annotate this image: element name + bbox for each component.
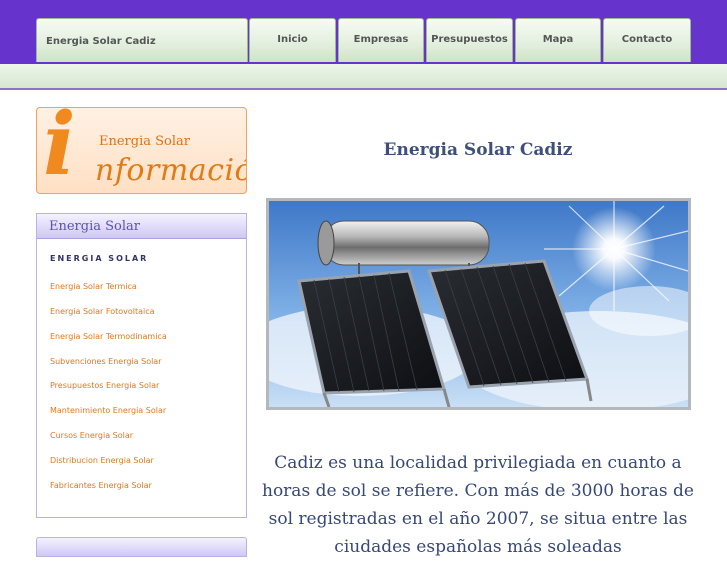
- sidebar-subheading: ENERGIA SOLAR: [50, 254, 149, 263]
- sidebar-link-subvenciones[interactable]: Subvenciones Energia Solar: [50, 357, 162, 366]
- header-bar: Energia Solar Cadiz Inicio Empresas Pres…: [0, 0, 727, 64]
- info-banner-title: nformación: [95, 153, 246, 188]
- info-banner-subtitle: Energia Solar: [99, 134, 190, 149]
- sidebar-link-termodinamica[interactable]: Energia Solar Termodinamica: [50, 332, 167, 341]
- sidebar-link-presupuestos[interactable]: Presupuestos Energia Solar: [50, 381, 159, 390]
- nav-tab-site-title[interactable]: Energia Solar Cadiz: [36, 18, 248, 62]
- nav-tab-label: Empresas: [353, 34, 409, 45]
- sidebar-link-mantenimiento[interactable]: Mantenimiento Energia Solar: [50, 406, 166, 415]
- sidebar-link-termica[interactable]: Energia Solar Termica: [50, 282, 137, 291]
- nav-tab-label: Energia Solar Cadiz: [46, 36, 156, 47]
- nav-tab-label: Contacto: [621, 34, 673, 45]
- info-banner[interactable]: i Energia Solar nformación: [36, 107, 247, 194]
- info-letter-logo: i: [43, 107, 76, 194]
- sidebar-heading: Energia Solar: [37, 214, 246, 239]
- header-subbar: [0, 64, 727, 90]
- page-title: Energia Solar Cadiz: [383, 140, 573, 160]
- nav-tab-contacto[interactable]: Contacto: [603, 18, 691, 62]
- nav-tab-mapa[interactable]: Mapa: [515, 18, 601, 62]
- sidebar-link-cursos[interactable]: Cursos Energia Solar: [50, 431, 133, 440]
- nav-tab-presupuestos[interactable]: Presupuestos: [426, 18, 513, 62]
- nav-tab-label: Presupuestos: [431, 34, 508, 45]
- hero-image: [266, 198, 691, 410]
- solar-panels-photo: [269, 201, 688, 407]
- sidebar-link-distribucion[interactable]: Distribucion Energia Solar: [50, 456, 154, 465]
- nav-tab-inicio[interactable]: Inicio: [249, 18, 336, 62]
- nav-tab-label: Mapa: [542, 34, 574, 45]
- nav-tab-empresas[interactable]: Empresas: [338, 18, 424, 62]
- sidebar-menu: Energia Solar ENERGIA SOLAR Energia Sola…: [36, 213, 247, 518]
- intro-paragraph: Cadiz es una localidad privilegiada en c…: [262, 453, 694, 557]
- nav-tab-label: Inicio: [277, 34, 308, 45]
- sidebar-second-box: [36, 537, 247, 557]
- sidebar-link-fabricantes[interactable]: Fabricantes Energia Solar: [50, 481, 152, 490]
- sidebar-link-fotovoltaica[interactable]: Energia Solar Fotovoltaica: [50, 307, 155, 316]
